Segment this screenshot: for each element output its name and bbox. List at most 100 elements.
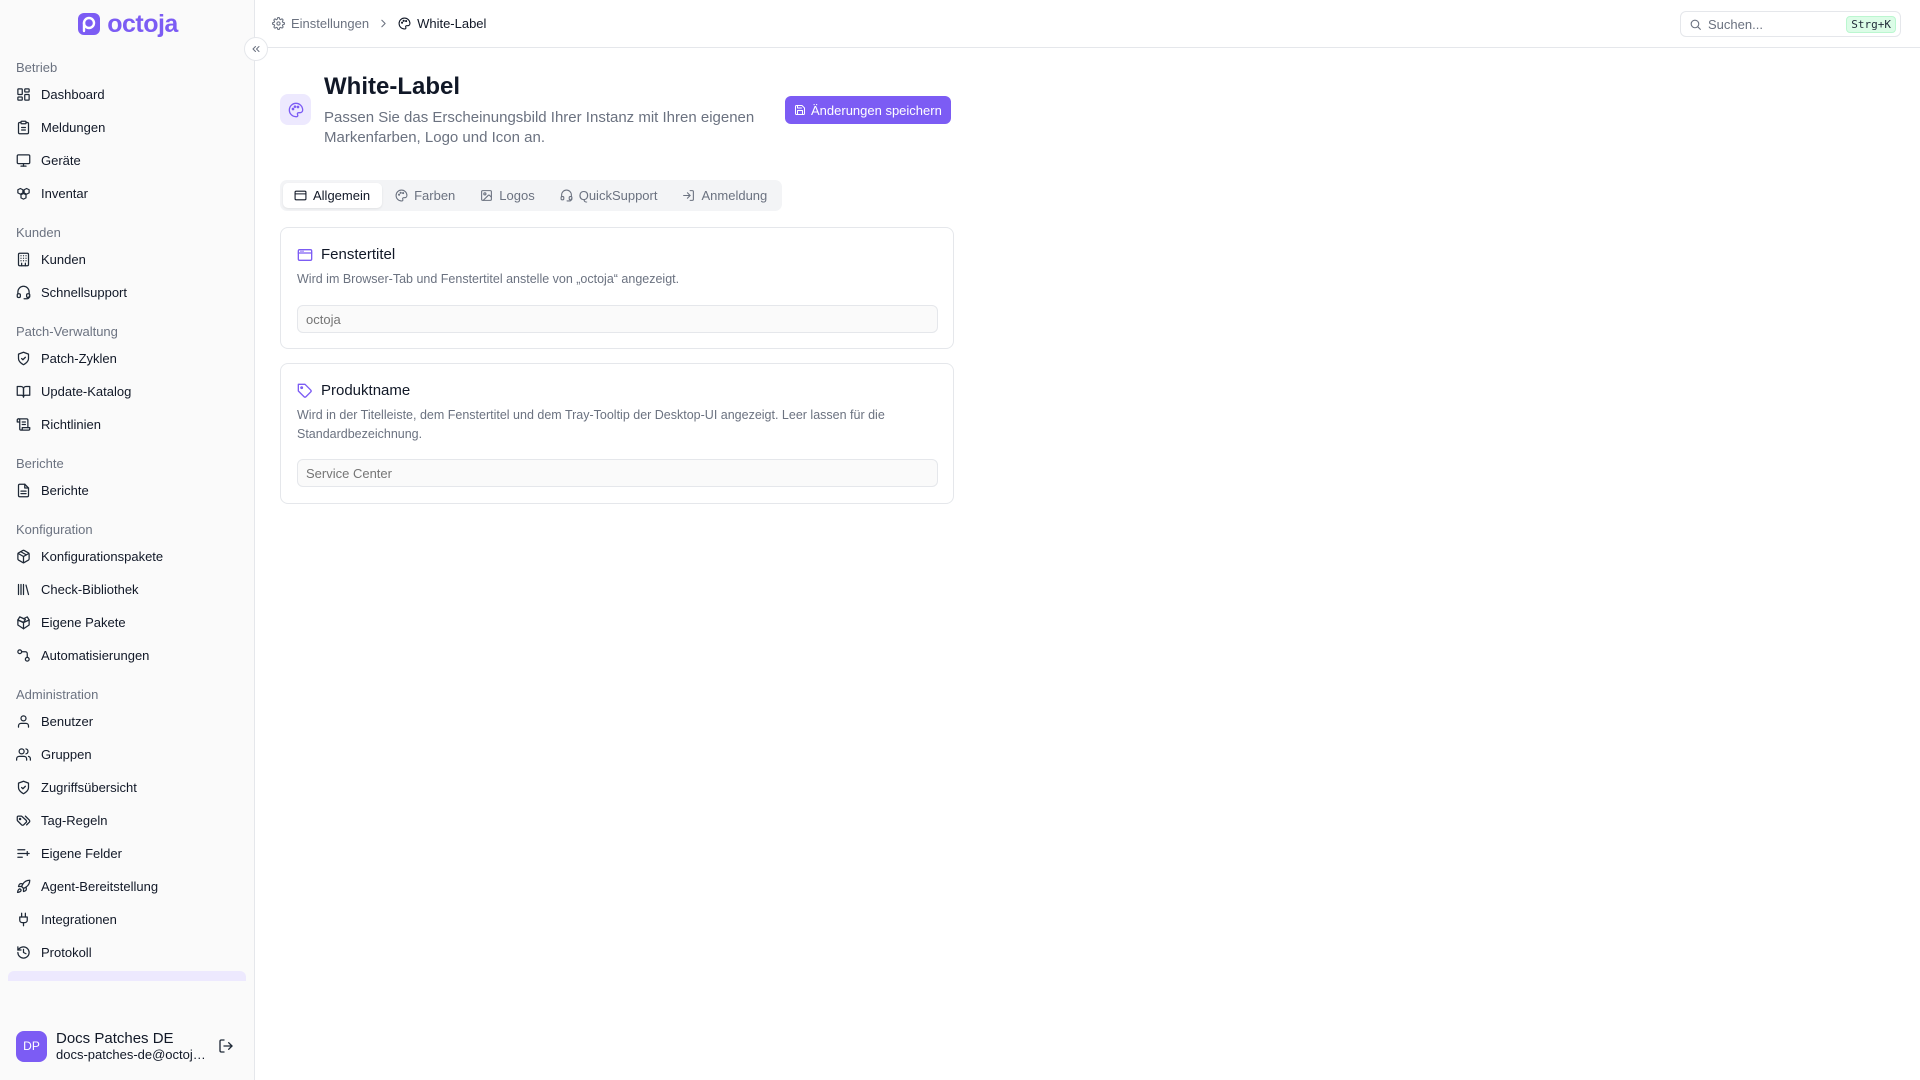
breadcrumb-white-label: White-Label: [398, 16, 486, 31]
sidebar-item-zugriffsuebersicht[interactable]: Zugriffsübersicht: [0, 771, 254, 804]
sidebar-item-gruppen[interactable]: Gruppen: [0, 738, 254, 771]
search-placeholder[interactable]: Suchen...: [1708, 17, 1840, 32]
sidebar-item-agent-bereitstellung[interactable]: Agent-Bereitstellung: [0, 870, 254, 903]
window-title-input[interactable]: [297, 305, 938, 333]
save-icon: [795, 105, 805, 115]
sidebar-item-label: Kunden: [41, 252, 86, 267]
sidebar-item-patch-zyklen[interactable]: Patch-Zyklen: [0, 342, 254, 375]
sidebar-item-richtlinien[interactable]: Richtlinien: [0, 408, 254, 441]
user-panel: DP Docs Patches DE docs-patches-de@octoj…: [0, 1012, 254, 1080]
sidebar-item-kunden[interactable]: Kunden: [0, 243, 254, 276]
product-name-card-header: Produktname: [297, 382, 410, 399]
users-icon: [16, 747, 31, 762]
tab-logos[interactable]: Logos: [469, 183, 546, 208]
sidebar-item-automatisierungen[interactable]: Automatisierungen: [0, 639, 254, 672]
sidebar: octoja Betrieb Dashboard Meldungen Geräte In…: [0, 0, 255, 1080]
window-title-card-description: Wird im Browser-Tab und Fenstertitel ans…: [297, 272, 680, 286]
logo-text: octoja: [107, 9, 178, 38]
sidebar-item-geraete[interactable]: Geräte: [0, 144, 254, 177]
breadcrumb-settings-label: Einstellungen: [291, 16, 370, 31]
scroll-icon: [16, 417, 31, 432]
sidebar-item-label: Dashboard: [41, 87, 105, 102]
avatar[interactable]: DP: [16, 1030, 47, 1062]
sidebar-item-label: Richtlinien: [41, 417, 101, 432]
section-label-konfiguration: Konfiguration: [16, 521, 93, 537]
user-icon: [16, 714, 31, 729]
sidebar-item-label: Patch-Zyklen: [41, 351, 117, 366]
sidebar-item-label: Konfigurationspakete: [41, 549, 164, 564]
book-icon: [16, 384, 31, 399]
tab-anmeldung[interactable]: Anmeldung: [671, 183, 779, 208]
sidebar-item-eigene-pakete[interactable]: Eigene Pakete: [0, 606, 254, 639]
logout-icon[interactable]: [218, 1038, 234, 1054]
dashboard-icon: [16, 87, 31, 102]
package-icon: [16, 549, 31, 564]
save-changes-button[interactable]: Änderungen speichern: [785, 96, 951, 124]
tab-bar: Allgemein Farben Logos QuickSupport Anmeldun…: [280, 180, 783, 211]
plug-icon: [16, 912, 31, 927]
sidebar-item-label: Inventar: [41, 186, 88, 201]
palette-icon: [398, 17, 411, 30]
search-shortcut-badge: Strg+K: [1846, 15, 1896, 33]
history-icon: [16, 945, 31, 960]
sidebar-item-label: Automatisierungen: [41, 648, 150, 663]
sidebar-item-eigene-felder[interactable]: Eigene Felder: [0, 837, 254, 870]
boxes-icon: [16, 186, 31, 201]
user-info: Docs Patches DE docs-patches-de@octoja.d…: [56, 1030, 206, 1062]
clipboard-icon: [16, 120, 31, 135]
tab-quicksupport[interactable]: QuickSupport: [549, 183, 670, 208]
page-description: Passen Sie das Erscheinungsbild Ihrer In…: [324, 109, 755, 146]
breadcrumb-settings[interactable]: Einstellungen: [272, 16, 369, 31]
sidebar-item-protokoll[interactable]: Protokoll: [0, 936, 254, 969]
logo[interactable]: octoja: [0, 0, 255, 48]
tab-label: QuickSupport: [578, 188, 658, 203]
collapse-sidebar-button[interactable]: [244, 37, 268, 61]
product-name-input[interactable]: [297, 459, 938, 487]
sidebar-item-check-bibliothek[interactable]: Check-Bibliothek: [0, 573, 254, 606]
tags-icon: [16, 813, 31, 828]
building-icon: [16, 252, 31, 267]
sidebar-item-label: Schnellsupport: [41, 285, 127, 300]
breadcrumb: Einstellungen White-Label: [272, 0, 486, 47]
product-name-card-title: Produktname: [321, 382, 411, 399]
app-root: octoja Betrieb Dashboard Meldungen Geräte In…: [0, 0, 1920, 1080]
sidebar-item-label: Update-Katalog: [41, 384, 132, 399]
sidebar-item-label: Protokoll: [41, 945, 92, 960]
sidebar-item-label: Eigene Pakete: [41, 615, 126, 630]
sidebar-nav: Betrieb Dashboard Meldungen Geräte Inventar K…: [0, 56, 254, 1012]
search-box[interactable]: Suchen... Strg+K: [1680, 11, 1901, 37]
tab-label: Anmeldung: [701, 188, 768, 203]
section-label-betrieb: Betrieb: [16, 59, 58, 75]
window-title-card: Fenstertitel Wird im Browser-Tab und Fen…: [280, 227, 954, 349]
product-name-card-description: Wird in der Titelleiste, dem Fenstertite…: [297, 408, 885, 441]
sidebar-item-tag-regeln[interactable]: Tag-Regeln: [0, 804, 254, 837]
tab-allgemein[interactable]: Allgemein: [283, 183, 383, 208]
section-label-administration: Administration: [16, 686, 99, 702]
sidebar-item-label: Geräte: [41, 153, 81, 168]
sidebar-item-settings-active[interactable]: [8, 971, 246, 981]
log-in-icon: [682, 189, 695, 202]
sidebar-item-inventar[interactable]: Inventar: [0, 177, 254, 210]
sidebar-item-berichte[interactable]: Berichte: [0, 474, 254, 507]
sidebar-item-update-katalog[interactable]: Update-Katalog: [0, 375, 254, 408]
search-icon: [1690, 19, 1701, 30]
tab-farben[interactable]: Farben: [384, 183, 467, 208]
sidebar-item-dashboard[interactable]: Dashboard: [0, 78, 254, 111]
sidebar-item-integrationen[interactable]: Integrationen: [0, 903, 254, 936]
sidebar-item-benutzer[interactable]: Benutzer: [0, 705, 254, 738]
sidebar-item-schnellsupport[interactable]: Schnellsupport: [0, 276, 254, 309]
section-label-kunden: Kunden: [16, 224, 61, 240]
app-window-icon: [297, 248, 313, 261]
rocket-icon: [16, 879, 31, 894]
sidebar-item-konfigurationspakete[interactable]: Konfigurationspakete: [0, 540, 254, 573]
package-open-icon: [16, 615, 31, 630]
list-plus-icon: [16, 846, 31, 861]
sidebar-item-meldungen[interactable]: Meldungen: [0, 111, 254, 144]
window-title-card-title: Fenstertitel: [321, 246, 396, 263]
shield-check-icon: [16, 351, 31, 366]
user-email: docs-patches-de@octoja.de: [56, 1047, 206, 1062]
library-icon: [16, 582, 31, 597]
